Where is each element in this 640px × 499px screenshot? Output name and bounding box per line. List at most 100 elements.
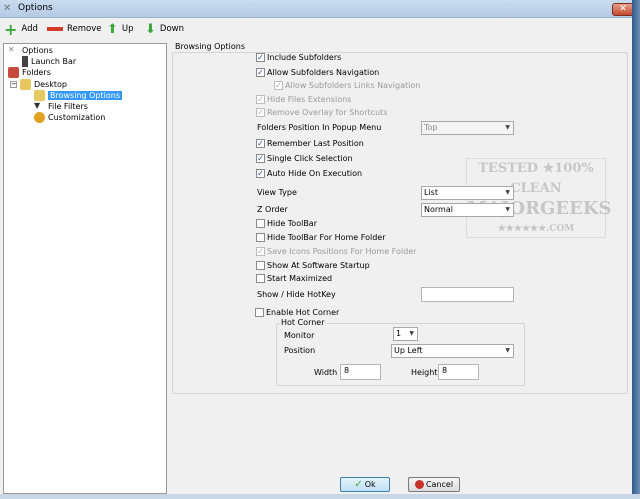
select-value: List [424, 188, 438, 197]
remove-label: Remove [67, 24, 102, 34]
start-maximized-checkbox[interactable]: Start Maximized [256, 274, 332, 283]
auto-hide-checkbox[interactable]: ✓ Auto Hide On Execution [256, 169, 362, 178]
chevron-down-icon: ▼ [505, 189, 510, 196]
height-label: Height [411, 368, 438, 377]
allow-links-navigation-checkbox[interactable]: ✓ Allow Subfolders Links Navigation [274, 81, 420, 90]
ok-label: Ok [364, 480, 376, 489]
folder-options-icon [34, 90, 45, 101]
height-input[interactable]: 8 [438, 364, 479, 380]
select-value: Up Left [394, 346, 423, 355]
remove-button[interactable]: Remove [47, 21, 102, 37]
checkbox-label: Allow Subfolders Links Navigation [285, 81, 421, 90]
checkbox-unchecked [256, 261, 265, 270]
checkbox-checked: ✓ [256, 154, 265, 163]
watermark-text: ★★★★★★.COM [497, 224, 575, 234]
checkbox-checked: ✓ [256, 247, 265, 256]
checkbox-unchecked [255, 308, 264, 317]
monitor-select[interactable]: 1 ▼ [393, 327, 418, 341]
checkbox-label: Show At Software Startup [267, 261, 370, 270]
tree-item-folders[interactable]: Folders [8, 67, 51, 78]
select-value: Normal [424, 205, 453, 214]
minus-icon [47, 27, 63, 31]
cancel-label: Cancel [425, 480, 454, 489]
checkbox-label: Auto Hide On Execution [267, 169, 363, 178]
group-title: Browsing Options [175, 42, 245, 51]
up-label: Up [121, 24, 134, 34]
hot-corner-title: Hot Corner [280, 318, 326, 327]
checkbox-checked: ✓ [274, 81, 283, 90]
view-type-label: View Type [257, 188, 297, 197]
folders-icon [8, 67, 19, 78]
chevron-down-icon: ▼ [505, 206, 510, 213]
allow-subfolders-navigation-checkbox[interactable]: ✓ Allow Subfolders Navigation [256, 68, 379, 77]
select-value: Top [424, 123, 438, 132]
include-subfolders-checkbox[interactable]: ✓ Include Subfolders [256, 53, 341, 62]
checkmark-icon: ✓ [354, 479, 363, 490]
checkbox-unchecked [256, 233, 265, 242]
save-icons-positions-checkbox[interactable]: ✓ Save Icons Positions For Home Folder [256, 247, 416, 256]
folders-position-select[interactable]: Top ▼ [421, 121, 514, 135]
arrow-down-icon: ⬇ [145, 21, 156, 37]
plus-icon: + [4, 19, 18, 39]
tree-label: Folders [22, 68, 51, 77]
hide-files-extensions-checkbox[interactable]: ✓ Hide Files Extensions [256, 95, 351, 104]
launch-bar-icon [22, 56, 28, 67]
cancel-button[interactable]: Cancel [408, 477, 460, 492]
close-button[interactable]: ✕ [612, 3, 634, 16]
hide-toolbar-checkbox[interactable]: Hide ToolBar [256, 219, 317, 228]
checkbox-label: Hide Files Extensions [267, 95, 352, 104]
tree-label: Browsing Options [48, 91, 122, 100]
chevron-down-icon: ▼ [409, 330, 414, 337]
tree-item-launch-bar[interactable]: Launch Bar [22, 56, 76, 67]
remember-last-position-checkbox[interactable]: ✓ Remember Last Position [256, 139, 364, 148]
checkbox-label: Remember Last Position [267, 139, 364, 148]
up-button[interactable]: ⬆ Up [107, 21, 134, 37]
checkbox-label: Start Maximized [267, 274, 333, 283]
down-button[interactable]: ⬇ Down [145, 21, 184, 37]
tree-label: Options [22, 46, 53, 55]
hide-toolbar-home-checkbox[interactable]: Hide ToolBar For Home Folder [256, 233, 385, 242]
select-value: 1 [396, 329, 402, 338]
position-select[interactable]: Up Left ▼ [391, 344, 514, 358]
position-label: Position [284, 346, 316, 355]
single-click-selection-checkbox[interactable]: ✓ Single Click Selection [256, 154, 353, 163]
checkbox-checked: ✓ [256, 139, 265, 148]
taskbar-strip [0, 494, 640, 499]
checkbox-checked: ✓ [256, 108, 265, 117]
checkbox-label: Hide ToolBar [267, 219, 317, 228]
width-input[interactable]: 8 [340, 364, 381, 380]
checkbox-label: Include Subfolders [267, 53, 342, 62]
enable-hot-corner-checkbox[interactable]: Enable Hot Corner [255, 308, 339, 317]
options-app-icon: ✕ [3, 3, 12, 14]
width-label: Width [314, 368, 338, 377]
folder-icon [20, 79, 31, 90]
window-border [632, 0, 640, 499]
arrow-up-icon: ⬆ [107, 21, 118, 37]
checkbox-label: Allow Subfolders Navigation [267, 68, 380, 77]
checkbox-label: Single Click Selection [267, 154, 353, 163]
tree-label: File Filters [48, 102, 88, 111]
z-order-label: Z Order [257, 205, 288, 214]
checkbox-label: Remove Overlay for Shortcuts [267, 108, 388, 117]
z-order-select[interactable]: Normal ▼ [421, 203, 514, 217]
show-at-startup-checkbox[interactable]: Show At Software Startup [256, 261, 370, 270]
checkbox-checked: ✓ [256, 68, 265, 77]
down-label: Down [159, 24, 184, 34]
checkbox-checked: ✓ [256, 53, 265, 62]
palette-icon [34, 112, 45, 123]
remove-overlay-checkbox[interactable]: ✓ Remove Overlay for Shortcuts [256, 108, 387, 117]
tree-item-options[interactable]: ✕ Options [8, 45, 53, 56]
tree-item-customization[interactable]: Customization [34, 112, 105, 123]
hotkey-input[interactable] [421, 287, 514, 302]
collapse-icon[interactable]: − [10, 81, 17, 88]
checkbox-checked: ✓ [256, 95, 265, 104]
view-type-select[interactable]: List ▼ [421, 186, 514, 200]
tree-item-desktop[interactable]: − Desktop [10, 79, 67, 90]
options-tree[interactable]: ✕ Options Launch Bar Folders − Desktop Bro… [3, 43, 167, 494]
monitor-label: Monitor [284, 331, 315, 340]
ok-button[interactable]: ✓ Ok [340, 477, 390, 492]
tree-item-browsing-options[interactable]: Browsing Options [34, 90, 122, 101]
tree-item-file-filters[interactable]: ▼ File Filters [34, 101, 88, 112]
add-button[interactable]: + Add [4, 19, 38, 39]
chevron-down-icon: ▼ [505, 124, 510, 131]
